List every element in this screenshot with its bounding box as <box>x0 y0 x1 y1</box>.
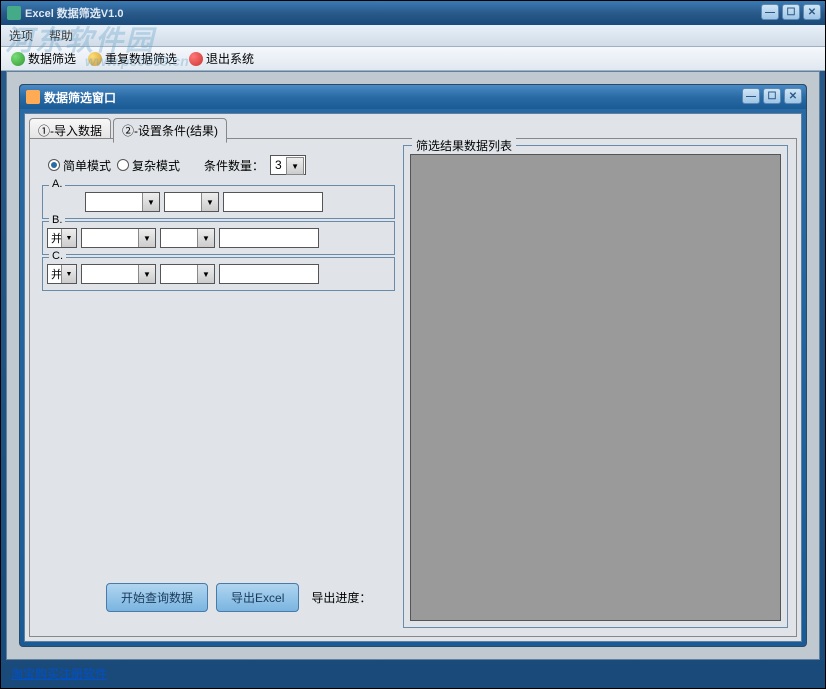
app-title: Excel 数据筛选V1.0 <box>25 5 123 21</box>
outer-minimize-button[interactable]: — <box>761 4 779 20</box>
outer-maximize-button[interactable]: ☐ <box>782 4 800 20</box>
inner-client: ①-导入数据 ②-设置条件(结果) 简单模式 复杂模式 <box>24 113 802 642</box>
radio-icon <box>117 159 129 171</box>
condition-b-fieldset: B. 并 <box>42 221 395 255</box>
radio-simple-label: 简单模式 <box>63 157 111 174</box>
menubar: 选项 帮助 <box>1 25 825 47</box>
tab-set-conditions[interactable]: ②-设置条件(结果) <box>113 118 227 143</box>
condition-c-value-input[interactable] <box>219 264 319 284</box>
exit-icon <box>189 52 203 66</box>
results-fieldset: 筛选结果数据列表 <box>403 145 788 628</box>
condition-a-legend: A. <box>49 178 65 190</box>
footer-purchase-link[interactable]: 淘宝购买注册软件 <box>11 665 107 682</box>
toolbar-filter-label: 数据筛选 <box>28 50 76 67</box>
inner-titlebar[interactable]: 数据筛选窗口 — ☐ ✕ <box>20 85 806 109</box>
results-legend: 筛选结果数据列表 <box>412 137 516 154</box>
condition-c-fieldset: C. 并 <box>42 257 395 291</box>
condition-b-field-select[interactable] <box>81 228 156 248</box>
right-panel: 筛选结果数据列表 <box>403 145 788 628</box>
inner-maximize-button[interactable]: ☐ <box>763 88 781 104</box>
menu-options[interactable]: 选项 <box>9 27 33 44</box>
radio-simple-mode[interactable]: 简单模式 <box>48 157 111 174</box>
condition-b-legend: B. <box>49 214 65 226</box>
menu-help[interactable]: 帮助 <box>49 27 73 44</box>
radio-complex-label: 复杂模式 <box>132 157 180 174</box>
inner-close-button[interactable]: ✕ <box>784 88 802 104</box>
client-area: 数据筛选窗口 — ☐ ✕ ①-导入数据 ②-设置条件(结果) <box>6 71 820 660</box>
button-row: 开始查询数据 导出Excel 导出进度： <box>106 583 371 612</box>
inner-window-icon <box>26 90 40 104</box>
outer-window-controls: — ☐ ✕ <box>761 4 821 20</box>
condition-b-value-input[interactable] <box>219 228 319 248</box>
condition-count-value: 3 <box>275 158 282 172</box>
results-grid[interactable] <box>410 154 781 621</box>
export-button[interactable]: 导出Excel <box>216 583 299 612</box>
dup-filter-icon <box>88 52 102 66</box>
toolbar-filter[interactable]: 数据筛选 <box>7 48 80 69</box>
radio-icon <box>48 159 60 171</box>
condition-b-operator-select[interactable] <box>160 228 215 248</box>
app-icon <box>7 6 21 20</box>
query-button[interactable]: 开始查询数据 <box>106 583 208 612</box>
left-panel: 简单模式 复杂模式 条件数量： 3 A. <box>36 147 401 628</box>
condition-a-field-select[interactable] <box>85 192 160 212</box>
toolbar-dup-filter-label: 重复数据筛选 <box>105 50 177 67</box>
filter-icon <box>11 52 25 66</box>
condition-c-logic-select[interactable]: 并 <box>47 264 77 284</box>
main-window: Excel 数据筛选V1.0 — ☐ ✕ 河东软件园 www.pc0359.cn… <box>0 0 826 689</box>
condition-c-operator-select[interactable] <box>160 264 215 284</box>
inner-window: 数据筛选窗口 — ☐ ✕ ①-导入数据 ②-设置条件(结果) <box>19 84 807 647</box>
inner-window-controls: — ☐ ✕ <box>742 88 802 104</box>
condition-c-legend: C. <box>49 250 66 262</box>
toolbar-exit[interactable]: 退出系统 <box>185 48 258 69</box>
inner-title: 数据筛选窗口 <box>44 89 116 106</box>
condition-a-value-input[interactable] <box>223 192 323 212</box>
toolbar-exit-label: 退出系统 <box>206 50 254 67</box>
condition-a-operator-select[interactable] <box>164 192 219 212</box>
condition-a-fieldset: A. <box>42 185 395 219</box>
toolbar: 数据筛选 重复数据筛选 退出系统 <box>1 47 825 71</box>
condition-count-select[interactable]: 3 <box>270 155 306 175</box>
condition-count-label: 条件数量： <box>204 157 264 174</box>
outer-titlebar[interactable]: Excel 数据筛选V1.0 — ☐ ✕ <box>1 1 825 25</box>
condition-c-field-select[interactable] <box>81 264 156 284</box>
outer-close-button[interactable]: ✕ <box>803 4 821 20</box>
toolbar-dup-filter[interactable]: 重复数据筛选 <box>84 48 181 69</box>
tab-content: 简单模式 复杂模式 条件数量： 3 A. <box>29 138 797 637</box>
condition-b-logic-select[interactable]: 并 <box>47 228 77 248</box>
mode-row: 简单模式 复杂模式 条件数量： 3 <box>36 147 401 183</box>
inner-minimize-button[interactable]: — <box>742 88 760 104</box>
export-progress-label: 导出进度： <box>311 589 371 606</box>
radio-complex-mode[interactable]: 复杂模式 <box>117 157 180 174</box>
